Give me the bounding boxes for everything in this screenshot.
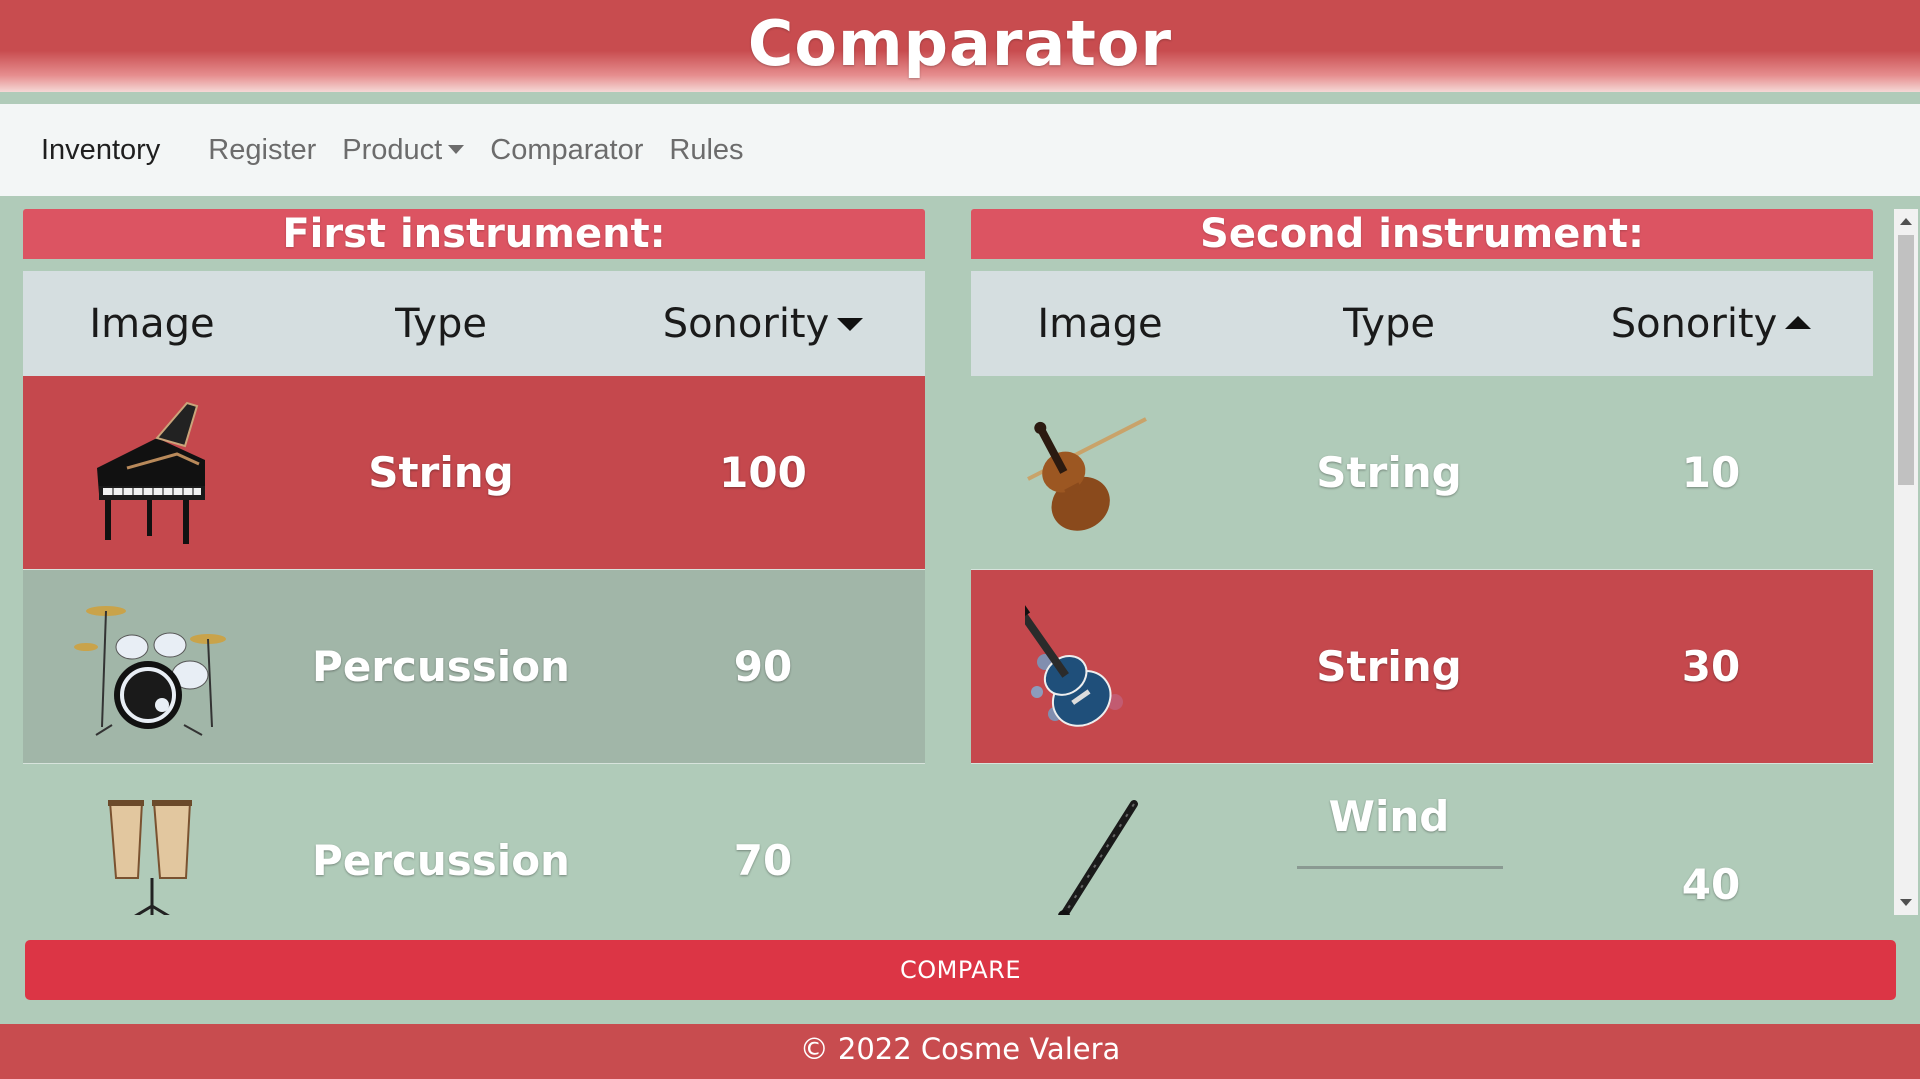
instrument-image-clarinet: [971, 796, 1229, 915]
panel-title: Second instrument:: [971, 209, 1873, 259]
compare-button[interactable]: COMPARE: [25, 940, 1896, 1000]
caret-down-icon: [448, 144, 465, 154]
vertical-scrollbar[interactable]: [1894, 209, 1918, 915]
nav-dropdown-product[interactable]: Product: [342, 133, 465, 167]
instrument-sonority: 100: [719, 448, 807, 497]
first-instrument-panel: First instrument: Image Type Sonority St…: [23, 209, 925, 915]
footer: © 2022 Cosme Valera: [0, 1024, 1920, 1079]
scroll-up-icon[interactable]: [1900, 218, 1912, 225]
column-header-sonority[interactable]: Sonority: [1549, 301, 1873, 347]
instrument-sonority: 70: [733, 836, 793, 885]
table-row[interactable]: Percussion 70: [23, 764, 925, 915]
nav-link-register[interactable]: Register: [208, 134, 316, 167]
scroll-thumb[interactable]: [1898, 235, 1914, 485]
instrument-image-piano: [23, 398, 281, 548]
instrument-image-drums: [23, 597, 281, 737]
nav-dropdown-label: Product: [342, 133, 443, 166]
column-header-sonority-label: Sonority: [1610, 300, 1778, 347]
table-row[interactable]: String 10: [971, 376, 1873, 570]
column-header-sonority-label: Sonority: [662, 300, 830, 347]
navbar: Inventory Register Product Comparator Ru…: [0, 104, 1920, 196]
instrument-type-cell: Wind: [1229, 764, 1549, 916]
instrument-type: Percussion: [312, 642, 570, 691]
nav-link-rules[interactable]: Rules: [669, 134, 743, 167]
sort-ascending-icon[interactable]: [1785, 315, 1812, 329]
table-row[interactable]: String 30: [971, 570, 1873, 764]
violin-icon: [1027, 416, 1147, 531]
table-row[interactable]: Wind 40: [971, 764, 1873, 915]
column-header-sonority[interactable]: Sonority: [601, 301, 925, 347]
clarinet-icon: [1058, 799, 1138, 915]
instrument-sonority: 90: [733, 642, 793, 691]
drum-kit-icon: [74, 605, 226, 736]
sonority-value: 40: [1681, 860, 1741, 909]
instrument-type: String: [368, 448, 514, 497]
column-header-image: Image: [1037, 300, 1163, 347]
instrument-type: String: [1316, 448, 1462, 497]
table-header: Image Type Sonority: [23, 271, 925, 376]
page-title: Comparator: [747, 7, 1173, 80]
sort-descending-icon[interactable]: [837, 317, 864, 331]
scroll-area: First instrument: Image Type Sonority St…: [0, 209, 1920, 915]
column-header-type: Type: [1343, 300, 1435, 347]
panel-title: First instrument:: [23, 209, 925, 259]
electric-guitar-icon: [1025, 601, 1123, 727]
nav-link-comparator[interactable]: Comparator: [490, 134, 643, 167]
instrument-sonority: 10: [1681, 448, 1741, 497]
table-row[interactable]: String 100: [23, 376, 925, 570]
instrument-type: String: [1316, 642, 1462, 691]
instrument-type: Percussion: [312, 836, 570, 885]
grand-piano-icon: [97, 401, 205, 544]
column-header-image: Image: [89, 300, 215, 347]
instrument-image-guitar: [971, 601, 1229, 732]
instrument-image-congas: [23, 796, 281, 915]
table-row[interactable]: Percussion 90: [23, 570, 925, 764]
congas-icon: [108, 799, 192, 915]
scroll-down-icon[interactable]: [1900, 899, 1912, 906]
app-header: Comparator: [0, 0, 1920, 92]
second-instrument-panel: Second instrument: Image Type Sonority S…: [971, 209, 1873, 915]
divider: [1297, 865, 1503, 869]
instrument-sonority: 30: [1681, 642, 1741, 691]
instrument-image-violin: [971, 403, 1229, 543]
instrument-type: Wind: [1328, 791, 1450, 841]
column-header-type: Type: [395, 300, 487, 347]
nav-brand-inventory[interactable]: Inventory: [41, 134, 160, 167]
table-header: Image Type Sonority: [971, 271, 1873, 376]
instrument-sonority: 40: [1549, 836, 1873, 909]
